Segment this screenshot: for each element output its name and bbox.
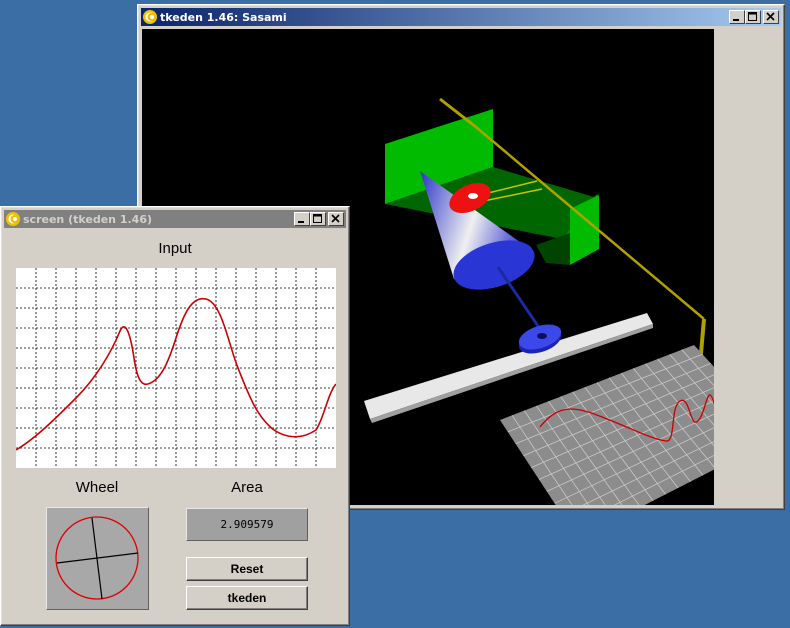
wheel-icon xyxy=(55,516,139,600)
minimize-icon xyxy=(298,221,304,223)
minimize-button[interactable] xyxy=(294,212,310,226)
maximize-button[interactable] xyxy=(310,212,326,226)
green-plate-shadow xyxy=(536,233,570,265)
maximize-button[interactable] xyxy=(745,10,761,24)
grid-plane xyxy=(500,345,778,539)
area-heading: Area xyxy=(231,479,263,496)
screen-titlebar[interactable]: screen (tkeden 1.46) xyxy=(4,210,346,228)
input-graph-svg xyxy=(15,268,337,468)
area-value-field: 2.909579 xyxy=(186,508,308,541)
tkeden-app-icon[interactable] xyxy=(5,211,21,227)
close-icon xyxy=(331,214,340,223)
sasami-title: tkeden 1.46: Sasami xyxy=(160,10,287,24)
input-graph[interactable] xyxy=(15,268,337,468)
tkeden-app-icon[interactable] xyxy=(142,9,158,25)
wheel-heading: Wheel xyxy=(75,479,119,496)
input-heading: Input xyxy=(158,240,192,257)
maximize-icon xyxy=(313,214,322,223)
sasami-titlebar[interactable]: tkeden 1.46: Sasami xyxy=(141,8,781,26)
close-icon xyxy=(766,12,775,21)
minimize-icon xyxy=(733,19,739,21)
maximize-icon xyxy=(748,12,757,21)
wheel-display[interactable] xyxy=(46,507,149,610)
reset-button[interactable]: Reset xyxy=(186,557,308,581)
screen-window: screen (tkeden 1.46) Input Wheel Area 2.… xyxy=(0,206,350,626)
tkeden-button[interactable]: tkeden xyxy=(186,586,308,610)
close-button[interactable] xyxy=(763,10,779,24)
close-button[interactable] xyxy=(328,212,344,226)
screen-title: screen (tkeden 1.46) xyxy=(23,212,153,226)
minimize-button[interactable] xyxy=(729,10,745,24)
